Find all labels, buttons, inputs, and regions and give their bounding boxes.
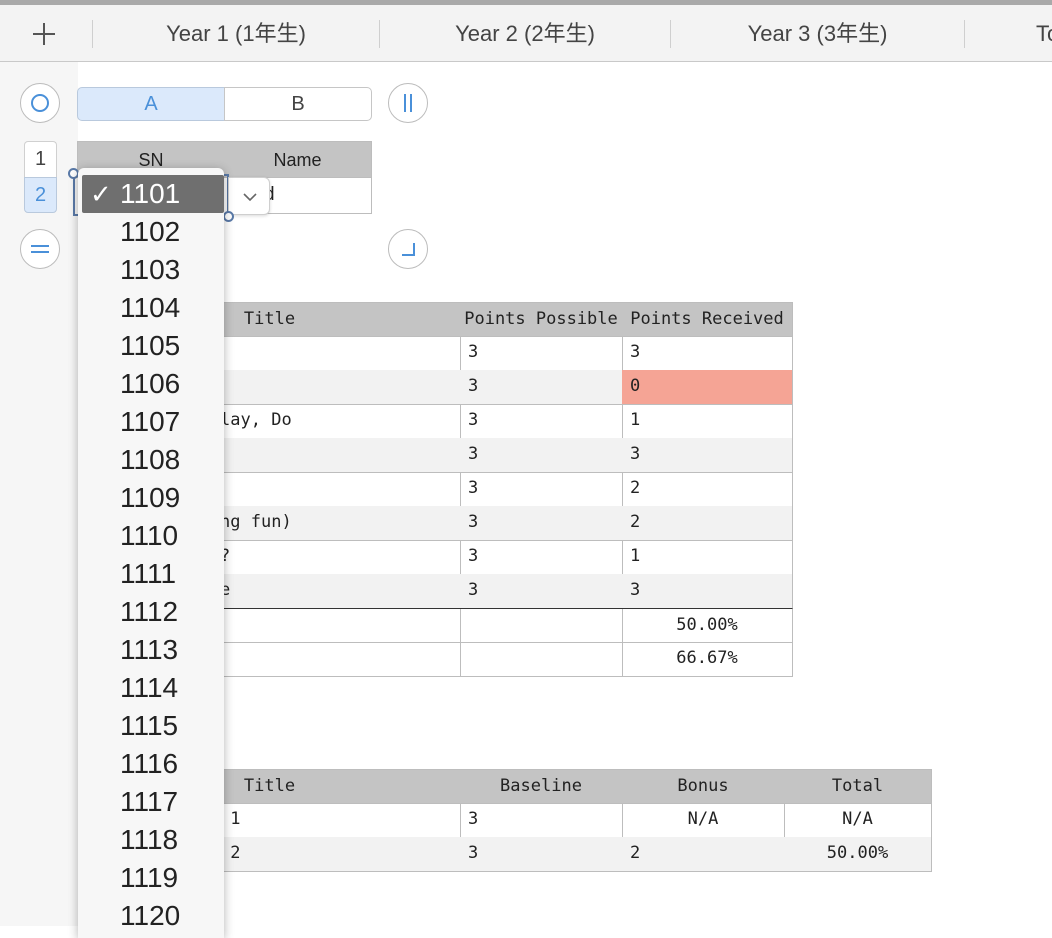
points-received-cell[interactable]: 3 [622, 574, 793, 609]
dropdown-option[interactable]: 1112 [78, 593, 224, 631]
total-header: Total [784, 769, 932, 804]
sn-dropdown-menu: ✓ 1101 1102 1103 1104 1105 1106 1107 1108 1109 111… [78, 168, 224, 938]
dropdown-option-label: 1105 [120, 330, 181, 361]
dropdown-option[interactable]: 1110 [78, 517, 224, 555]
dropdown-option-label: 1112 [120, 596, 179, 627]
summary-percentage[interactable]: 50.00% [622, 608, 793, 643]
baseline-cell[interactable]: 3 [460, 803, 623, 838]
dropdown-option[interactable]: 1114 [78, 669, 224, 707]
dropdown-option-label: 1119 [120, 862, 179, 893]
total-cell[interactable]: N/A [784, 803, 932, 838]
dropdown-option-label: 1103 [120, 254, 181, 285]
bonus-header: Bonus [622, 769, 785, 804]
points-received-cell[interactable]: 1 [622, 404, 793, 439]
dropdown-option[interactable]: 1115 [78, 707, 224, 745]
dropdown-option-label: 1110 [120, 520, 179, 551]
summary-empty-cell [460, 608, 623, 643]
tab-separator [964, 20, 965, 48]
summary-empty-cell [460, 642, 623, 677]
dropdown-option-label: 1118 [120, 824, 179, 855]
points-received-cell[interactable]: 2 [622, 506, 793, 541]
corner-icon [402, 243, 415, 256]
dropdown-option-label: 1116 [120, 748, 179, 779]
equals-icon [31, 245, 49, 253]
dropdown-option[interactable]: 1106 [78, 365, 224, 403]
summary-percentage[interactable]: 66.67% [622, 642, 793, 677]
sheet-tab-bar: Year 1 (1年生) Year 2 (2年生) Year 3 (3年生) T… [0, 5, 1052, 62]
circle-icon [31, 94, 49, 112]
tab-next[interactable]: To [1036, 5, 1052, 61]
pause-icon [404, 94, 412, 112]
points-received-cell[interactable]: 3 [622, 336, 793, 371]
baseline-cell[interactable]: 3 [460, 837, 623, 872]
popup-trigger-button[interactable] [228, 177, 270, 215]
dropdown-option[interactable]: 1108 [78, 441, 224, 479]
dropdown-option[interactable]: 1116 [78, 745, 224, 783]
points-possible-cell[interactable]: 3 [460, 438, 623, 473]
dropdown-option[interactable]: 1118 [78, 821, 224, 859]
bonus-cell[interactable]: N/A [622, 803, 785, 838]
dropdown-option-label: 1109 [120, 482, 181, 513]
points-possible-cell[interactable]: 3 [460, 574, 623, 609]
dropdown-option-label: 1108 [120, 444, 181, 475]
segment-a[interactable]: A [77, 87, 225, 121]
dropdown-option-label: 1102 [120, 216, 181, 247]
points-possible-cell[interactable]: 3 [460, 336, 623, 371]
points-received-cell[interactable]: 1 [622, 540, 793, 575]
dropdown-option-label: 1107 [120, 406, 181, 437]
dropdown-option[interactable]: 1103 [78, 251, 224, 289]
bonus-cell[interactable]: 2 [622, 837, 785, 872]
points-possible-cell[interactable]: 3 [460, 404, 623, 439]
points-possible-cell[interactable]: 3 [460, 472, 623, 507]
tab-year-2[interactable]: Year 2 (2年生) [380, 5, 670, 61]
points-possible-header: Points Possible [460, 302, 623, 337]
points-possible-cell[interactable]: 3 [460, 540, 623, 575]
dropdown-option[interactable]: ✓ 1101 [82, 175, 224, 213]
dropdown-option-label: 1117 [120, 786, 179, 817]
row-number-2[interactable]: 2 [24, 177, 57, 213]
dropdown-option-label: 1111 [120, 558, 177, 589]
dropdown-option[interactable]: 1111 [78, 555, 224, 593]
dropdown-option-label: 1115 [120, 710, 179, 741]
plus-icon[interactable] [30, 20, 58, 48]
dropdown-option-label: 1101 [120, 178, 181, 209]
baseline-header: Baseline [460, 769, 623, 804]
points-received-cell[interactable]: 0 [622, 370, 793, 405]
dropdown-option[interactable]: 1113 [78, 631, 224, 669]
dropdown-option[interactable]: 1120 [78, 897, 224, 935]
pause-button[interactable] [388, 83, 428, 123]
dropdown-option[interactable]: 1104 [78, 289, 224, 327]
dropdown-option-label: 1114 [120, 672, 179, 703]
checkmark-icon: ✓ [90, 179, 112, 209]
circle-button[interactable] [20, 83, 60, 123]
selection-handle[interactable] [223, 211, 234, 222]
dropdown-option[interactable]: 1117 [78, 783, 224, 821]
corner-button[interactable] [388, 229, 428, 269]
points-received-header: Points Received [622, 302, 793, 337]
dropdown-option[interactable]: 1105 [78, 327, 224, 365]
segment-b[interactable]: B [224, 87, 372, 121]
dropdown-option-label: 1104 [120, 292, 181, 323]
dropdown-option-label: 1113 [120, 634, 179, 665]
dropdown-option[interactable]: 1102 [78, 213, 224, 251]
points-received-cell[interactable]: 3 [622, 438, 793, 473]
chevron-down-icon [243, 193, 257, 202]
dropdown-option-label: 1120 [120, 900, 181, 931]
points-possible-cell[interactable]: 3 [460, 370, 623, 405]
points-possible-cell[interactable]: 3 [460, 506, 623, 541]
total-cell[interactable]: 50.00% [784, 837, 932, 872]
dropdown-option-label: 1106 [120, 368, 181, 399]
name-header: Name [224, 141, 372, 178]
row-number-1[interactable]: 1 [24, 141, 57, 177]
dropdown-option[interactable]: 1119 [78, 859, 224, 897]
dropdown-option[interactable]: 1109 [78, 479, 224, 517]
tab-year-3[interactable]: Year 3 (3年生) [671, 5, 964, 61]
dropdown-option[interactable]: 1107 [78, 403, 224, 441]
points-received-cell[interactable]: 2 [622, 472, 793, 507]
tab-year-1[interactable]: Year 1 (1年生) [93, 5, 379, 61]
equals-button[interactable] [20, 229, 60, 269]
